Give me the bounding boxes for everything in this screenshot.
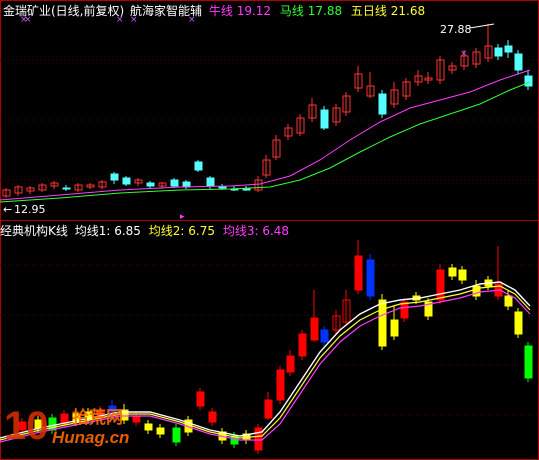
candle-body [122, 177, 131, 185]
k-body [436, 269, 445, 301]
candle-body [110, 173, 119, 181]
k-body [378, 299, 387, 347]
stock-chart-window: × × × × × × ▸ 金瑞矿业(日线,前复权) 航海家智能辅 牛线 19.12 马线 … [0, 0, 539, 460]
low-price-label: 12.95 [14, 203, 46, 216]
candle-body [378, 93, 387, 115]
watermark-number: 10 [4, 404, 49, 448]
k-body [144, 423, 153, 431]
high-pointer-line [469, 23, 495, 29]
avg1-label: 均线1: [74, 224, 111, 238]
k-body [132, 415, 141, 423]
candle-body [170, 179, 179, 187]
low-price-arrow-icon: ← [3, 203, 13, 216]
candle-body [218, 186, 227, 189]
ma-line-label: 马线 [279, 4, 304, 18]
k-body [264, 399, 273, 419]
k-body [366, 259, 375, 297]
k-body [448, 267, 457, 277]
k-body [390, 319, 399, 337]
k-body [156, 427, 165, 435]
avg2-label: 均线2: [148, 224, 185, 238]
candle-body [504, 45, 513, 53]
k-body [286, 355, 295, 373]
x-marker: × [460, 49, 468, 59]
avg3-label: 均线3: [222, 224, 259, 238]
candle-body [146, 182, 155, 187]
five-day-line-value: 21.68 [390, 4, 426, 18]
niu-line-value: 19.12 [236, 4, 272, 18]
watermark-url: Hunag.cn [52, 428, 130, 447]
candle-body [494, 47, 503, 57]
candle-body [206, 177, 215, 187]
k-body [320, 329, 329, 343]
ma-line-value: 17.88 [307, 4, 343, 18]
watermark-brand: 拾荒网 [72, 408, 123, 427]
k-body [208, 411, 217, 423]
candle-body [194, 161, 203, 171]
top-panel-header: 金瑞矿业(日线,前复权) 航海家智能辅 牛线 19.12 马线 17.88 五日… [3, 4, 425, 18]
niu-line-label: 牛线 [208, 4, 233, 18]
k-body [472, 285, 481, 297]
k-body [524, 345, 533, 379]
k-body [400, 301, 409, 319]
five-day-line-label: 五日线 [350, 4, 387, 18]
candle-body [62, 187, 71, 190]
k-body [276, 369, 285, 401]
candle-body [524, 75, 533, 87]
low-marker: ▸ [180, 212, 185, 222]
k-body [298, 333, 307, 357]
high-price-label: 27.88 [440, 23, 472, 36]
top-indicator-name: 航海家智能辅 [130, 4, 203, 18]
stock-title: 金瑞矿业(日线,前复权) [3, 4, 125, 18]
bottom-panel-header: 经典机构K线 均线1: 6.85 均线2: 6.75 均线3: 6.48 [0, 224, 289, 238]
bottom-indicator-name: 经典机构K线 [0, 224, 68, 238]
candle-body [242, 188, 251, 191]
avg2-value: 6.75 [188, 224, 215, 238]
ma-line [0, 81, 531, 203]
candle-body [514, 53, 523, 71]
candle-body [320, 109, 329, 129]
avg3-value: 6.48 [262, 224, 290, 238]
k-body [172, 427, 181, 443]
k-body [458, 269, 467, 281]
candle-body [182, 181, 191, 188]
k-body [196, 391, 205, 407]
avg1-value: 6.85 [114, 224, 141, 238]
k-body [514, 311, 523, 335]
k-body [354, 255, 363, 291]
k-body [254, 427, 263, 451]
k-body [310, 317, 319, 341]
k-body [504, 295, 513, 307]
